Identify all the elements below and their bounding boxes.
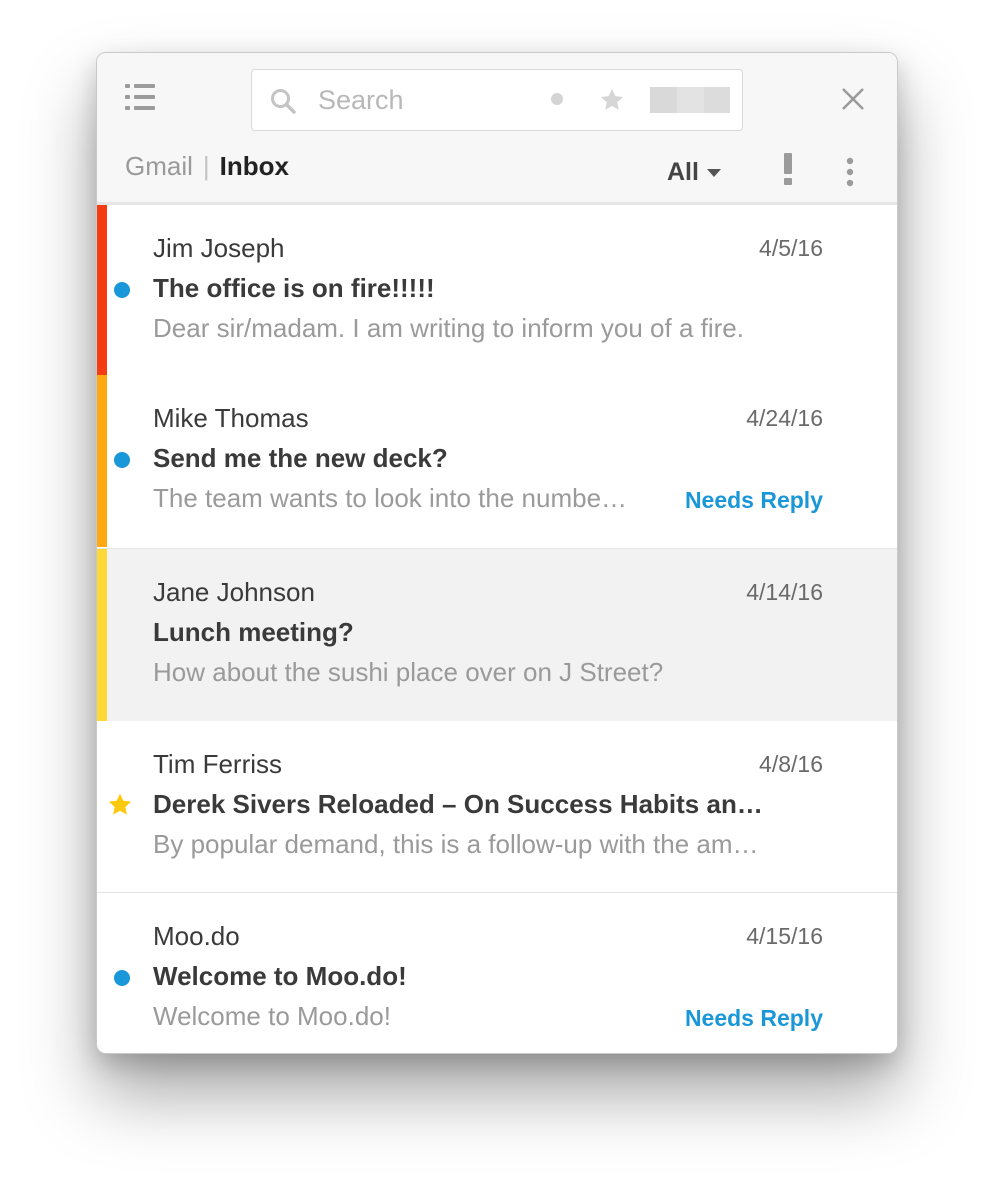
email-subject: Send me the new deck?: [153, 443, 448, 473]
folder-title: Inbox: [219, 151, 290, 181]
email-date: 4/15/16: [746, 923, 823, 949]
email-subject: Welcome to Moo.do!: [153, 961, 407, 991]
unread-filter-icon[interactable]: [550, 92, 564, 106]
label-filter-icon[interactable]: [650, 86, 730, 114]
exclamation-icon[interactable]: [781, 153, 795, 185]
email-row[interactable]: Tim Ferriss 4/8/16 Derek Sivers Reloaded…: [97, 721, 897, 893]
search-box[interactable]: [251, 69, 743, 131]
account-label[interactable]: Gmail: [125, 151, 193, 181]
priority-bar: [97, 549, 107, 722]
email-date: 4/5/16: [759, 235, 823, 261]
vertical-dots-icon[interactable]: [845, 157, 855, 187]
unread-dot: [114, 282, 130, 298]
search-input[interactable]: [318, 82, 538, 118]
breadcrumb: Gmail | Inbox: [125, 149, 289, 183]
star-filter-icon[interactable]: [598, 86, 626, 114]
email-sender: Jane Johnson: [153, 577, 315, 607]
email-date: 4/24/16: [746, 405, 823, 431]
header: Gmail | Inbox All: [97, 53, 897, 205]
chevron-down-icon: [706, 168, 721, 177]
email-snippet: How about the sushi place over on J Stre…: [153, 657, 664, 687]
priority-bar: [97, 375, 107, 547]
email-sender: Mike Thomas: [153, 403, 309, 433]
unread-dot: [114, 452, 130, 468]
email-row[interactable]: Moo.do 4/15/16 Welcome to Moo.do! Welcom…: [97, 893, 897, 1053]
email-subject: Derek Sivers Reloaded – On Success Habit…: [153, 789, 763, 819]
email-sender: Tim Ferriss: [153, 749, 283, 779]
needs-reply-tag[interactable]: Needs Reply: [685, 1005, 823, 1032]
search-icon: [271, 89, 296, 114]
email-sender: Moo.do: [153, 921, 240, 951]
priority-bar: [97, 205, 107, 375]
needs-reply-tag[interactable]: Needs Reply: [685, 487, 823, 514]
email-subject: The office is on fire!!!!!: [153, 273, 435, 303]
email-snippet: Welcome to Moo.do!: [153, 1001, 391, 1031]
email-snippet: By popular demand, this is a follow-up w…: [153, 829, 759, 859]
menu-list-icon[interactable]: [125, 83, 155, 111]
filter-dropdown[interactable]: All: [667, 155, 721, 189]
filter-label: All: [667, 158, 699, 186]
email-date: 4/8/16: [759, 751, 823, 777]
breadcrumb-separator: |: [202, 151, 210, 181]
star-icon[interactable]: [107, 792, 133, 818]
close-icon[interactable]: [839, 85, 867, 113]
email-sender: Jim Joseph: [153, 233, 285, 263]
email-date: 4/14/16: [746, 579, 823, 605]
email-list: Jim Joseph 4/5/16 The office is on fire!…: [97, 205, 897, 1053]
email-subject: Lunch meeting?: [153, 617, 354, 647]
email-row[interactable]: Mike Thomas 4/24/16 Send me the new deck…: [97, 375, 897, 547]
email-snippet: Dear sir/madam. I am writing to inform y…: [153, 313, 744, 343]
email-row[interactable]: Jane Johnson 4/14/16 Lunch meeting? How …: [97, 548, 897, 722]
email-snippet: The team wants to look into the numbe…: [153, 483, 628, 513]
app-window: Gmail | Inbox All Jim Joseph 4/5/16 The of…: [96, 52, 898, 1054]
email-row[interactable]: Jim Joseph 4/5/16 The office is on fire!…: [97, 205, 897, 375]
unread-dot: [114, 970, 130, 986]
